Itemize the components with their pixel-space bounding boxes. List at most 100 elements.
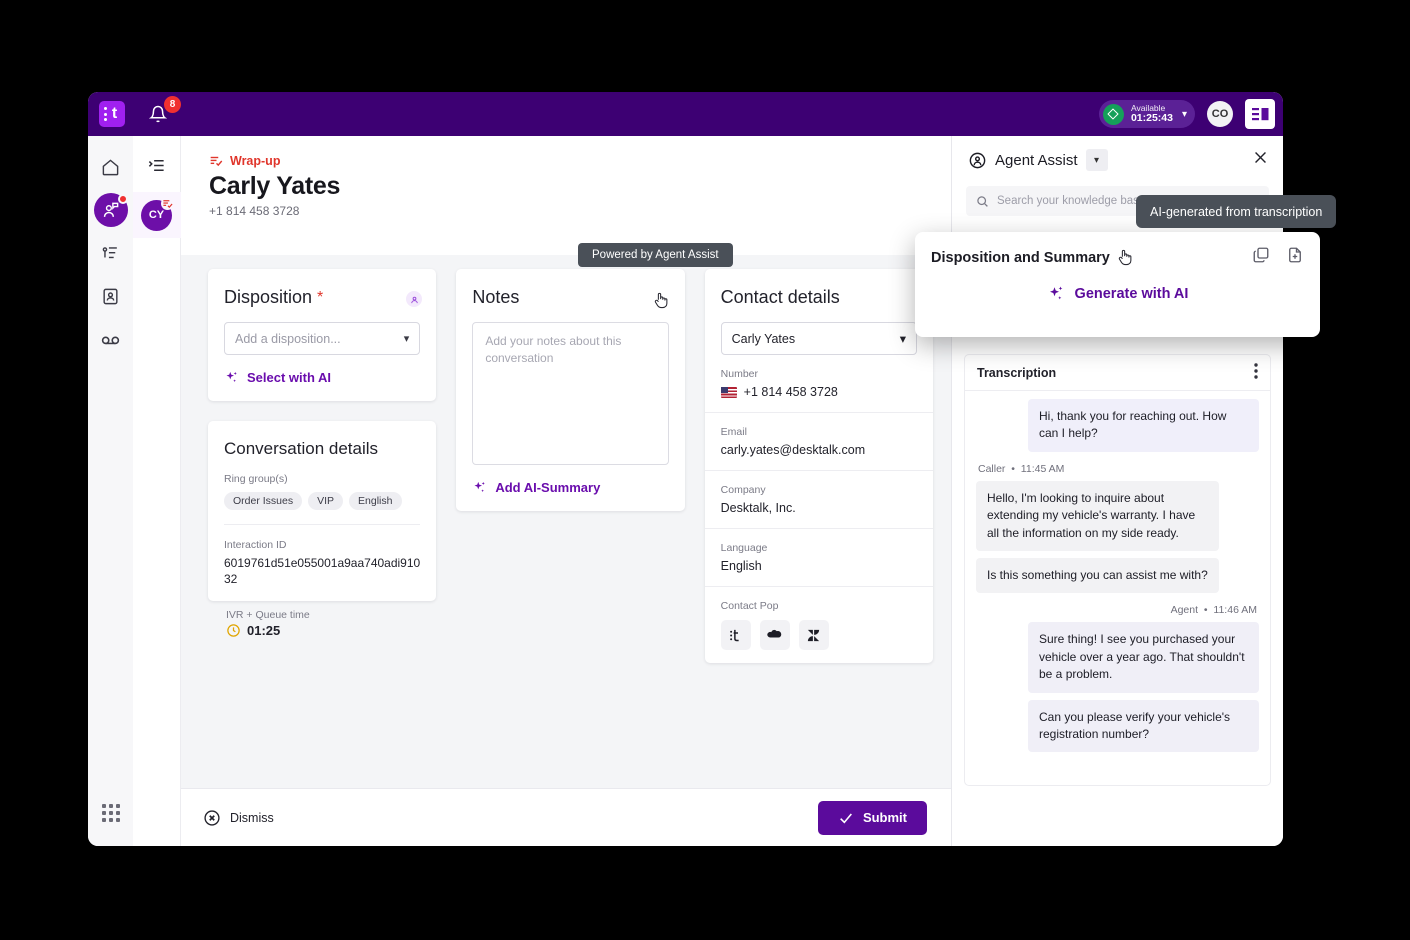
- transcription-header: Transcription: [965, 355, 1270, 391]
- top-bar: t 8 Available 01:25:43 ▾ CO: [88, 92, 1283, 136]
- collapse-panel-button[interactable]: [142, 150, 172, 180]
- transcript-bubble: Hello, I'm looking to inquire about exte…: [976, 480, 1219, 551]
- contact-field-email: Email carly.yates@desktalk.com: [704, 413, 933, 471]
- field-label: Language: [720, 542, 768, 554]
- dialpad-button[interactable]: [94, 796, 128, 830]
- close-icon: [1255, 152, 1266, 163]
- page-title: Carly Yates: [209, 172, 341, 200]
- divider: [224, 524, 421, 525]
- panel-layout-icon: [1251, 107, 1268, 120]
- agent-assist-chevron-button[interactable]: ▾: [1085, 149, 1108, 171]
- app-window: t 8 Available 01:25:43 ▾ CO CY Wrap-up C…: [88, 92, 1283, 846]
- wrapup-icon: [160, 197, 174, 210]
- transcription-menu-button[interactable]: [1254, 363, 1258, 382]
- ring-groups-chips: Order Issues VIP English: [224, 492, 420, 524]
- column-contact: Contact details Carly Yates ▾ Number +1 …: [704, 269, 933, 663]
- notifications-button[interactable]: 8: [147, 96, 181, 127]
- contact-field-company: Company Desktalk, Inc.: [704, 471, 933, 529]
- chevron-down-icon: ▾: [403, 333, 410, 345]
- search-icon: [977, 195, 988, 207]
- disposition-select[interactable]: Add a disposition... ▾: [224, 322, 421, 355]
- interaction-id-value: 6019761d51e055001a9aa740adi91032: [224, 556, 421, 587]
- transcript-bubble: Sure thing! I see you purchased your veh…: [1028, 622, 1259, 693]
- select-with-ai-label: Select with AI: [247, 370, 332, 385]
- select-with-ai-button[interactable]: Select with AI: [224, 370, 420, 385]
- customer-phone: +1 814 458 3728: [209, 204, 300, 218]
- submit-label: Submit: [862, 810, 907, 825]
- status-timer: 01:25:43: [1130, 111, 1173, 124]
- column-notes: Notes Add your notes about this conversa…: [456, 269, 685, 511]
- us-flag-icon: [720, 386, 737, 398]
- disposition-title: Disposition *: [224, 287, 420, 308]
- insert-document-button[interactable]: [1286, 246, 1304, 269]
- agent-status-pill[interactable]: Available 01:25:43 ▾: [1098, 100, 1195, 128]
- panel-layout-toggle[interactable]: [1245, 99, 1275, 129]
- contact-select-value: Carly Yates: [731, 331, 796, 346]
- add-ai-summary-button[interactable]: Add AI-Summary: [472, 480, 668, 495]
- notes-title: Notes: [472, 287, 520, 307]
- interaction-id-label: Interaction ID: [224, 539, 287, 551]
- wrapup-glyph: [162, 200, 173, 209]
- chip: English: [349, 492, 402, 510]
- collapse-panel-icon: [148, 159, 164, 171]
- transcription-title: Transcription: [977, 365, 1057, 380]
- user-avatar[interactable]: CO: [1207, 101, 1233, 127]
- circle-x-icon: [204, 809, 220, 826]
- notes-textarea[interactable]: Add your notes about this conversation: [472, 322, 669, 465]
- agent-assist-badge-glyph: [411, 296, 418, 303]
- transcription-card: Transcription Hi, thank you for reaching…: [964, 354, 1271, 786]
- contact-pop-label: Contact Pop: [720, 600, 779, 612]
- contact-select[interactable]: Carly Yates ▾: [720, 322, 917, 355]
- contact-pop-icons: [720, 620, 917, 650]
- logo-dots: [104, 107, 107, 121]
- wrapup-check-icon: [210, 156, 223, 167]
- sparkle-icon: [1049, 286, 1062, 300]
- chevron-down-icon: ▾: [899, 332, 906, 346]
- sidebar-item-conversations[interactable]: [93, 193, 128, 227]
- submit-button[interactable]: Submit: [817, 800, 927, 835]
- generate-with-ai-label: Generate with AI: [1074, 286, 1189, 302]
- contact-header: Wrap-up Carly Yates +1 814 458 3728: [181, 136, 951, 218]
- chevron-down-icon[interactable]: ▾: [1182, 109, 1187, 120]
- copy-button[interactable]: [1252, 246, 1270, 269]
- column-disposition: Disposition * Add a disposition... ▾ Sel…: [208, 269, 437, 638]
- queue-list-icon: [102, 246, 117, 258]
- talkdesk-glyph: [730, 629, 739, 641]
- ivr-time-value: 01:25: [247, 623, 281, 639]
- more-vertical-icon: [1254, 363, 1258, 379]
- sidebar-item-voicemail[interactable]: [94, 322, 128, 356]
- sidebar-item-queues[interactable]: [94, 236, 128, 270]
- time-caller: 11:45 AM: [1020, 462, 1065, 475]
- ring-groups-label: Ring group(s): [224, 473, 288, 485]
- field-value-row: +1 814 458 3728: [720, 385, 917, 399]
- voicemail-icon: [101, 336, 120, 344]
- status-text: Available 01:25:43: [1131, 104, 1173, 124]
- disposition-placeholder: Add a disposition...: [235, 331, 341, 346]
- talkdesk-icon[interactable]: [720, 620, 751, 650]
- agent-assist-icon: [969, 152, 986, 168]
- brand-logo[interactable]: t: [99, 101, 125, 127]
- ivr-label: IVR + Queue time: [226, 609, 310, 622]
- conversations-badge-dot: [117, 194, 128, 204]
- sparkle-icon: [474, 481, 486, 492]
- conversation-strip: CY: [132, 136, 181, 846]
- transcript-meta: Agent • 11:46 AM: [1170, 604, 1257, 617]
- conversation-item-carly-yates[interactable]: CY: [132, 192, 181, 238]
- generate-with-ai-button[interactable]: Generate with AI: [915, 285, 1320, 303]
- contact-pop-section: Contact Pop: [705, 587, 933, 663]
- status-diamond-icon: [1102, 103, 1124, 125]
- close-button[interactable]: [1252, 149, 1269, 171]
- agent-assist-header: Agent Assist ▾: [952, 136, 1283, 184]
- sidebar-item-contacts[interactable]: [94, 279, 128, 313]
- float-card-title: Disposition and Summary: [931, 249, 1110, 266]
- action-bar: Dismiss Submit: [181, 788, 951, 846]
- conversation-details-title: Conversation details: [224, 439, 379, 458]
- zendesk-icon[interactable]: [798, 620, 829, 650]
- ivr-queue-time: IVR + Queue time 01:25: [208, 601, 436, 638]
- salesforce-cloud-icon[interactable]: [759, 620, 790, 650]
- logo-letter: t: [111, 105, 118, 122]
- dismiss-button[interactable]: Dismiss: [203, 809, 274, 827]
- sparkle-icon: [226, 371, 237, 382]
- sidebar-item-home[interactable]: [94, 150, 128, 184]
- cards-row: Disposition * Add a disposition... ▾ Sel…: [208, 269, 933, 663]
